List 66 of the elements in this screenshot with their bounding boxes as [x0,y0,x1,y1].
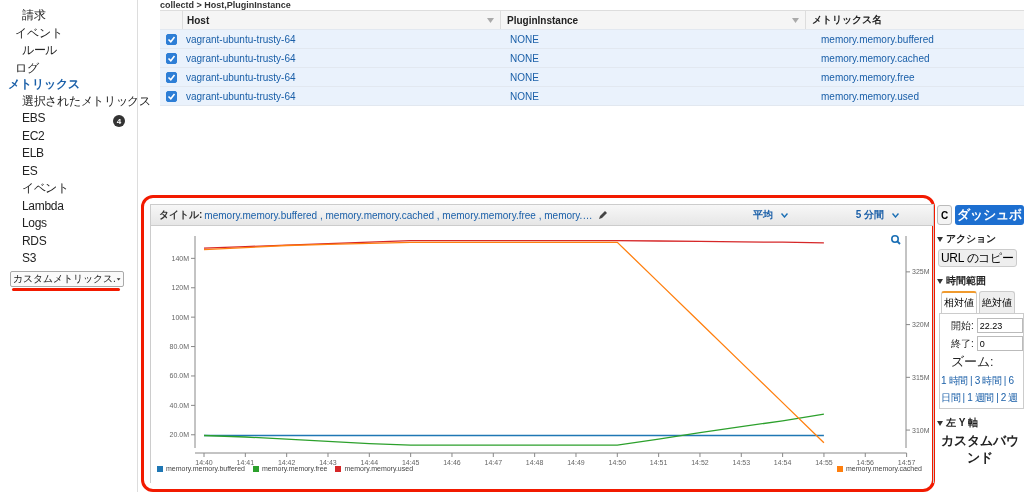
checkbox[interactable] [165,52,177,64]
checkbox[interactable] [165,33,177,45]
table-cell-text: memory.memory.used [820,90,920,102]
sort-caret-icon [792,17,799,23]
caret-icon [780,212,788,218]
count-badge: 4 [113,115,125,127]
table-cell-text: vagrant-ubuntu-trusty-64 [185,33,297,45]
sidebar-item[interactable]: S3 [0,249,37,267]
column-header[interactable]: Host [182,11,500,29]
sidebar-item[interactable]: 選択されたメトリックス [0,92,151,110]
table-cell-text: NONE [509,52,540,64]
copy-url-button[interactable]: URL のコピー [938,249,1017,267]
metric-dropdown[interactable]: カスタムメトリックス. [10,271,124,287]
sidebar-item[interactable]: RDS [0,232,47,250]
tab[interactable]: 相対値 [941,291,977,313]
caret-icon[interactable] [937,236,943,242]
sidebar-item[interactable]: Logs [0,214,47,232]
pencil-icon[interactable] [598,210,609,220]
end-field[interactable]: 0 [976,336,1023,351]
field-label: カスタムバウンド [940,433,1020,467]
field-label: 開始: [951,318,974,333]
sidebar-item[interactable]: メトリックス [8,77,137,92]
sidebar-item[interactable]: ルール [0,41,58,59]
sidebar-item[interactable]: ログ [8,59,137,77]
table-cell-text: vagrant-ubuntu-trusty-64 [185,52,297,64]
sidebar-item[interactable]: イベント [8,23,137,42]
caret-icon [892,212,899,218]
table-cell-text: vagrant-ubuntu-trusty-64 [185,71,297,83]
search-icon[interactable] [891,235,901,245]
table-cell-text: memory.memory.buffered [820,33,935,45]
column-header[interactable]: メトリックス名 [805,11,1024,29]
sidebar-item[interactable]: ELB [0,144,44,162]
start-field[interactable]: 22.23 [976,318,1023,333]
sidebar-item[interactable]: 請求 [0,6,46,24]
title-label: タイトル: [159,208,203,222]
table-cell-text: vagrant-ubuntu-trusty-64 [185,90,297,102]
checkbox[interactable] [165,90,177,102]
caret-icon[interactable] [937,420,943,426]
dashboard-button[interactable]: ダッシュボ [955,205,1024,225]
sidebar-item[interactable]: EBS [0,109,46,127]
section-heading: アクション [946,232,996,246]
section-heading: 時間範囲 [946,274,986,288]
caret-icon[interactable] [937,278,943,284]
field-label: 終了: [951,336,974,351]
table-cell-text: memory.memory.cached [820,52,931,64]
section-heading: 左 Y 軸 [946,416,979,430]
checkbox[interactable] [165,71,177,83]
sidebar-item[interactable]: イベント [0,179,69,197]
statistic-dropdown[interactable]: 平均 [752,208,788,222]
table-cell-text: NONE [509,71,540,83]
zoom-links[interactable]: 1 時間 | 3 時間 | 6 [941,374,1014,388]
refresh-button[interactable]: C [937,205,952,225]
sidebar-item[interactable]: EC2 [0,127,45,145]
sort-caret-icon [487,17,494,23]
sidebar-item[interactable]: Lambda [0,197,64,215]
graph-title[interactable]: memory.memory.buffered , memory.memory.cached , memory.memory.free , memory.… [204,209,593,221]
sidebar-item[interactable]: ES [0,162,38,180]
period-dropdown[interactable]: 5 分間 [855,208,899,222]
tab[interactable]: 絶対値 [979,291,1015,313]
table-cell-text: NONE [509,90,540,102]
breadcrumb: collectd > Host,PluginInstance [160,0,291,10]
zoom-links[interactable]: 日間 | 1 週間 | 2 週 [941,391,1018,405]
zoom-label: ズーム: [950,354,995,371]
table-cell-text: NONE [509,33,540,45]
table-cell-text: memory.memory.free [820,71,916,83]
column-header[interactable]: PluginInstance [500,11,805,29]
